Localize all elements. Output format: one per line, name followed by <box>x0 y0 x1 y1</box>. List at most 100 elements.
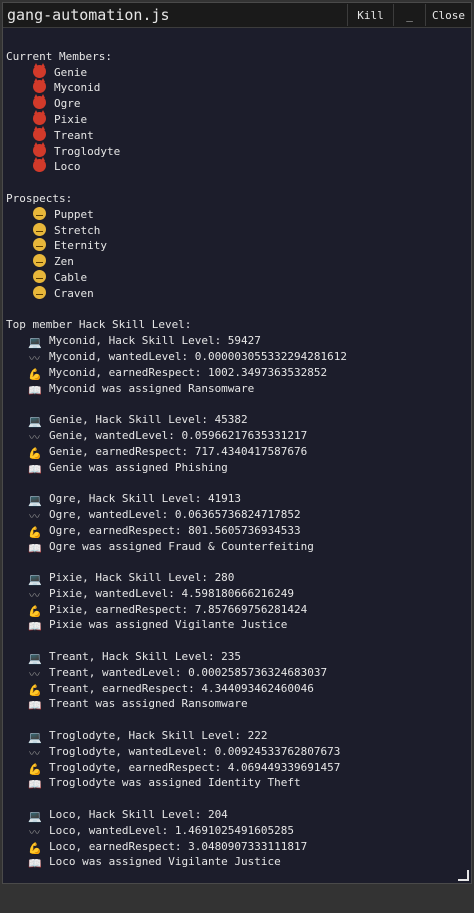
minimize-button[interactable]: _ <box>393 4 425 26</box>
hack-skill-line-text: Myconid, Hack Skill Level: 59427 <box>49 334 261 348</box>
assignment-line: 📖 Ogre was assigned Fraud & Counterfeitin… <box>3 539 471 555</box>
hack-skill-line: 💻 Pixie, Hack Skill Level: 280 <box>3 570 471 586</box>
assignment-line: 📖 Loco was assigned Vigilante Justice <box>3 854 471 870</box>
laptop-icon: 💻 <box>28 573 42 587</box>
flexed-biceps-icon: 💪 <box>28 762 42 776</box>
earned-respect-line-text: Pixie, earnedRespect: 7.857669756281424 <box>49 602 308 616</box>
prospect-item: Cable <box>3 269 471 286</box>
members-header: Current Members: <box>6 49 112 63</box>
wanted-level-line-text: Treant, wantedLevel: 0.00025857363246830… <box>49 665 328 679</box>
member-item: Genie <box>3 62 471 81</box>
flexed-biceps-icon: 💪 <box>28 367 42 381</box>
laptop-icon: 💻 <box>28 652 42 666</box>
close-button[interactable]: Close <box>425 4 471 26</box>
devil-face-icon <box>33 78 46 94</box>
earned-respect-line: 💪 Troglodyte, earnedRespect: 4.0694493396… <box>3 760 471 776</box>
earned-respect-line: 💪 Myconid, earnedRespect: 1002.3497363532… <box>3 365 471 381</box>
prospect-name: Stretch <box>54 223 101 237</box>
reports-list: 💻 Myconid, Hack Skill Level: 59427 〰 Myconi… <box>3 333 471 870</box>
log-output[interactable]: Current Members: Genie Myconid Ogre Pixie Tr… <box>3 33 471 881</box>
assignment-line-text: Genie was assigned Phishing <box>49 460 228 474</box>
earned-respect-line-text: Loco, earnedRespect: 3.0480907333111817 <box>49 839 308 853</box>
member-name: Ogre <box>54 97 81 111</box>
member-name: Pixie <box>54 112 88 126</box>
earned-respect-line: 💪 Pixie, earnedRespect: 7.857669756281424 <box>3 602 471 618</box>
devil-face-icon <box>33 157 46 173</box>
neutral-face-icon <box>33 222 46 236</box>
wanted-level-line-text: Pixie, wantedLevel: 4.598180666216249 <box>49 586 295 600</box>
resize-handle[interactable] <box>458 870 469 881</box>
assignment-line-text: Troglodyte was assigned Identity Theft <box>49 776 301 790</box>
open-book-icon: 📖 <box>28 620 42 634</box>
member-item: Troglodyte <box>3 141 471 160</box>
top-member-header: Top member Hack Skill Level: <box>6 318 192 332</box>
assignment-line: 📖 Troglodyte was assigned Identity Theft <box>3 775 471 791</box>
member-name: Myconid <box>54 81 101 95</box>
prospects-header: Prospects: <box>6 191 73 205</box>
member-item: Myconid <box>3 78 471 96</box>
earned-respect-line: 💪 Treant, earnedRespect: 4.34409346246004… <box>3 681 471 697</box>
background-area <box>0 886 474 913</box>
title-bar[interactable]: gang-automation.js Kill _ Close <box>3 3 471 28</box>
neutral-face-icon <box>33 285 46 299</box>
member-item: Treant <box>3 125 471 144</box>
open-book-icon: 📖 <box>28 699 42 713</box>
member-name: Troglodyte <box>54 144 121 158</box>
hack-skill-line: 💻 Genie, Hack Skill Level: 45382 <box>3 412 471 428</box>
hack-skill-line-text: Troglodyte, Hack Skill Level: 222 <box>49 729 268 743</box>
wanted-level-line: 〰 Loco, wantedLevel: 1.4691025491605285 <box>3 823 471 839</box>
wanted-level-line: 〰 Troglodyte, wantedLevel: 0.009245337628… <box>3 744 471 760</box>
open-book-icon: 📖 <box>28 383 42 397</box>
devil-face-icon <box>33 94 46 110</box>
member-name: Genie <box>54 65 88 79</box>
wavy-dash-icon: 〰 <box>29 509 40 523</box>
earned-respect-line-text: Troglodyte, earnedRespect: 4.06944933969… <box>49 760 341 774</box>
hack-skill-line-text: Ogre, Hack Skill Level: 41913 <box>49 492 242 506</box>
wanted-level-line: 〰 Pixie, wantedLevel: 4.598180666216249 <box>3 586 471 602</box>
earned-respect-line-text: Ogre, earnedRespect: 801.5605736934533 <box>49 523 301 537</box>
flexed-biceps-icon: 💪 <box>28 446 42 460</box>
kill-button[interactable]: Kill <box>347 4 393 26</box>
hack-skill-line-text: Loco, Hack Skill Level: 204 <box>49 808 228 822</box>
devil-face-icon <box>33 62 46 78</box>
wanted-level-line: 〰 Myconid, wantedLevel: 0.000003055332294… <box>3 349 471 365</box>
flexed-biceps-icon: 💪 <box>28 525 42 539</box>
flexed-biceps-icon: 💪 <box>28 604 42 618</box>
wanted-level-line-text: Myconid, wantedLevel: 0.0000030553322942… <box>49 349 348 363</box>
member-item: Loco <box>3 157 471 175</box>
open-book-icon: 📖 <box>28 462 42 476</box>
neutral-face-icon <box>33 269 46 283</box>
assignment-line-text: Treant was assigned Ransomware <box>49 697 248 711</box>
flexed-biceps-icon: 💪 <box>28 841 42 855</box>
assignment-line-text: Pixie was assigned Vigilante Justice <box>49 618 288 632</box>
laptop-icon: 💻 <box>28 415 42 429</box>
earned-respect-line: 💪 Ogre, earnedRespect: 801.5605736934533 <box>3 523 471 539</box>
hack-skill-line: 💻 Myconid, Hack Skill Level: 59427 <box>3 333 471 349</box>
wavy-dash-icon: 〰 <box>29 588 40 602</box>
wanted-level-line-text: Loco, wantedLevel: 1.4691025491605285 <box>49 823 295 837</box>
flexed-biceps-icon: 💪 <box>28 683 42 697</box>
prospect-name: Cable <box>54 270 88 284</box>
wanted-level-line-text: Genie, wantedLevel: 0.05966217635331217 <box>49 428 308 442</box>
prospect-item: Craven <box>3 285 471 302</box>
wavy-dash-icon: 〰 <box>29 825 40 839</box>
wanted-level-line: 〰 Ogre, wantedLevel: 0.06365736824717852 <box>3 507 471 523</box>
wavy-dash-icon: 〰 <box>29 351 40 365</box>
earned-respect-line: 💪 Loco, earnedRespect: 3.0480907333111817 <box>3 839 471 855</box>
open-book-icon: 📖 <box>28 778 42 792</box>
members-list: Genie Myconid Ogre Pixie Treant Troglodyte Loc… <box>3 62 471 176</box>
wanted-level-line-text: Ogre, wantedLevel: 0.06365736824717852 <box>49 507 301 521</box>
prospect-name: Craven <box>54 286 94 300</box>
hack-skill-line-text: Genie, Hack Skill Level: 45382 <box>49 413 248 427</box>
neutral-face-icon <box>33 238 46 252</box>
prospect-item: Zen <box>3 254 471 270</box>
laptop-icon: 💻 <box>28 810 42 824</box>
earned-respect-line: 💪 Genie, earnedRespect: 717.4340417587676 <box>3 444 471 460</box>
